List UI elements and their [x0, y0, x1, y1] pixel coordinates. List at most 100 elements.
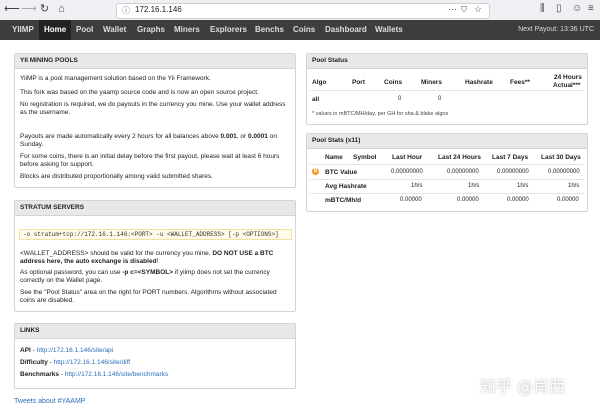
mining-blocks: Blocks are distributed proportionally am… — [20, 173, 213, 180]
divider — [310, 179, 584, 180]
mining-registration-2: as the username. — [20, 109, 71, 116]
stat-mbtc-30d: 0.00000 — [557, 197, 579, 203]
payout-threshold-sunday: 0.0001 — [248, 133, 268, 140]
account-icon[interactable]: ☺ — [572, 3, 582, 14]
forward-icon[interactable]: ⟶ — [21, 3, 37, 16]
nav-graphs[interactable]: Graphs — [137, 20, 165, 40]
bitcoin-icon: ₿ — [312, 168, 319, 175]
mining-fork: This fork was based on the yaamp source … — [20, 89, 259, 96]
shield-icon[interactable]: ⛉ — [461, 5, 467, 15]
col-fees[interactable]: Fees** — [510, 79, 530, 86]
stat-btc-value-30d: 0.00000000 — [548, 169, 580, 175]
link-difficulty[interactable]: http://172.16.1.146/site/diff — [54, 359, 131, 366]
divider — [310, 193, 584, 194]
mining-pools-panel: YII MINING POOLS YiiMP is a pool managem… — [14, 53, 296, 188]
divider — [310, 90, 584, 91]
nav-benchs[interactable]: Benchs — [255, 20, 284, 40]
browser-toolbar: ⟵ ⟶ ↻ ⌂ ⓘ 172.16.1.146 ⋯ ⛉ ☆ ⫼ ▯ ☺ ≡ — [0, 0, 600, 21]
stat-avg-hashrate-hour: 1h/s — [411, 183, 423, 189]
payout-text: Payouts are made automatically every 2 h… — [20, 133, 221, 140]
payout-threshold: 0.001 — [220, 133, 237, 140]
more-icon[interactable]: ⋯ — [448, 4, 457, 15]
site-nav: YIIMP Home Pool Wallet Graphs Miners Exp… — [0, 20, 600, 40]
stat-mbtc-24h: 0.00000 — [457, 197, 479, 203]
back-icon[interactable]: ⟵ — [4, 3, 20, 16]
mining-payouts-2: Sunday. — [20, 141, 44, 148]
pool-stats-title: Pool Stats (x11) — [307, 134, 587, 149]
stat-avg-hashrate-7d: 1h/s — [517, 183, 529, 189]
stat-btc-value-7d: 0.00000000 — [497, 169, 529, 175]
nav-miners[interactable]: Miners — [174, 20, 200, 40]
links-panel: LINKS API - http://172.16.1.146/site/api… — [14, 323, 296, 389]
stat-avg-hashrate-24h: 1h/s — [468, 183, 480, 189]
sidebar-icon[interactable]: ▯ — [556, 3, 562, 14]
link-benchmarks[interactable]: http://172.16.1.146/site/benchmarks — [65, 371, 168, 378]
stratum-panel: STRATUM SERVERS -o stratum+tcp://172.16.… — [14, 200, 296, 312]
tweets-link[interactable]: Tweets about #YAAMP — [14, 398, 85, 405]
col-last-30d: Last 30 Days — [541, 154, 581, 161]
stratum-wallet-1: <WALLET_ADDRESS> should be valid for the… — [20, 250, 273, 258]
mining-intro: YiiMP is a pool management solution base… — [20, 75, 211, 82]
stat-avg-hashrate-30d: 1h/s — [568, 183, 580, 189]
col-coins[interactable]: Coins — [384, 79, 402, 86]
row-algo-all[interactable]: all — [312, 96, 319, 103]
library-icon[interactable]: ⫼ — [540, 3, 545, 14]
stat-mbtc-label: mBTC/Mh/d — [325, 197, 362, 204]
pool-stats-panel: Pool Stats (x11) Name Symbol Last Hour L… — [306, 133, 588, 212]
menu-icon[interactable]: ≡ — [588, 3, 594, 14]
watermark: 知乎 @肖西 — [480, 377, 566, 396]
col-last-24h: Last 24 Hours — [438, 154, 481, 161]
address-bar[interactable]: ⓘ 172.16.1.146 ⋯ ⛉ ☆ — [116, 3, 490, 19]
pool-status-note: * values in mBTC/MH/day, per GH for sha … — [312, 111, 449, 117]
link-diff-row: Difficulty - http://172.16.1.146/site/di… — [20, 359, 131, 366]
option-note: As optional password, you can use — [20, 269, 123, 276]
stat-avg-hashrate-label: Avg Hashrate — [325, 183, 367, 190]
mining-registration-1: No registration is required, we do payou… — [20, 101, 286, 108]
stratum-option-2: correctly on the Wallet page. — [20, 277, 103, 284]
link-diff-label: Difficulty — [20, 359, 48, 366]
nav-explorers[interactable]: Explorers — [210, 20, 247, 40]
nav-home[interactable]: Home — [39, 20, 72, 40]
nav-dashboard[interactable]: Dashboard — [325, 20, 367, 40]
nav-wallets[interactable]: Wallets — [375, 20, 403, 40]
link-api-label: API — [20, 347, 31, 354]
wallet-warning-end: ! — [156, 258, 159, 265]
col-last-7d: Last 7 Days — [492, 154, 529, 161]
stat-btc-value-label: BTC Value — [325, 169, 358, 176]
payout-text-mid: , or — [236, 133, 249, 140]
col-miners[interactable]: Miners — [421, 79, 442, 86]
link-bench-label: Benchmarks — [20, 371, 60, 378]
link-api[interactable]: http://172.16.1.146/site/api — [37, 347, 114, 354]
col-port[interactable]: Port — [352, 79, 365, 86]
stratum-wallet-2: address here, the auto exchange is disab… — [20, 258, 158, 266]
info-icon[interactable]: ⓘ — [122, 5, 130, 16]
stat-btc-value-hour: 0.00000000 — [391, 169, 423, 175]
nav-wallet[interactable]: Wallet — [103, 20, 126, 40]
col-hashrate[interactable]: Hashrate — [465, 79, 493, 86]
col-algo[interactable]: Algo — [312, 79, 326, 86]
links-title: LINKS — [15, 324, 295, 339]
row-miners-value: 0 — [438, 96, 442, 102]
nav-brand[interactable]: YIIMP — [12, 20, 34, 40]
link-bench-row: Benchmarks - http://172.16.1.146/site/be… — [20, 371, 169, 378]
url-text: 172.16.1.146 — [135, 5, 182, 14]
stratum-see-2: coins are disabled. — [20, 297, 75, 304]
wallet-warning-2: address here, the auto exchange is disab… — [20, 258, 157, 265]
star-icon[interactable]: ☆ — [474, 4, 482, 15]
col-name: Name — [325, 154, 343, 161]
col-actual[interactable]: Actual*** — [553, 82, 580, 89]
pool-status-panel: Pool Status Algo Port Coins Miners Hashr… — [306, 53, 588, 125]
nav-coins[interactable]: Coins — [293, 20, 315, 40]
stat-btc-value-24h: 0.00000000 — [447, 169, 479, 175]
stratum-see-1: See the "Pool Status" area on the right … — [20, 289, 277, 296]
reload-icon[interactable]: ↻ — [38, 3, 51, 16]
home-icon[interactable]: ⌂ — [55, 3, 68, 16]
divider — [310, 164, 584, 165]
stratum-command[interactable]: -o stratum+tcp://172.16.1.146:<PORT> -u … — [19, 229, 292, 240]
mining-pools-title: YII MINING POOLS — [15, 54, 295, 69]
next-payout: Next Payout: 13:36 UTC — [518, 26, 594, 33]
nav-pool[interactable]: Pool — [76, 20, 93, 40]
col-24h[interactable]: 24 Hours — [554, 74, 582, 81]
col-last-hour: Last Hour — [392, 154, 423, 161]
payout-text-post: on — [267, 133, 277, 140]
